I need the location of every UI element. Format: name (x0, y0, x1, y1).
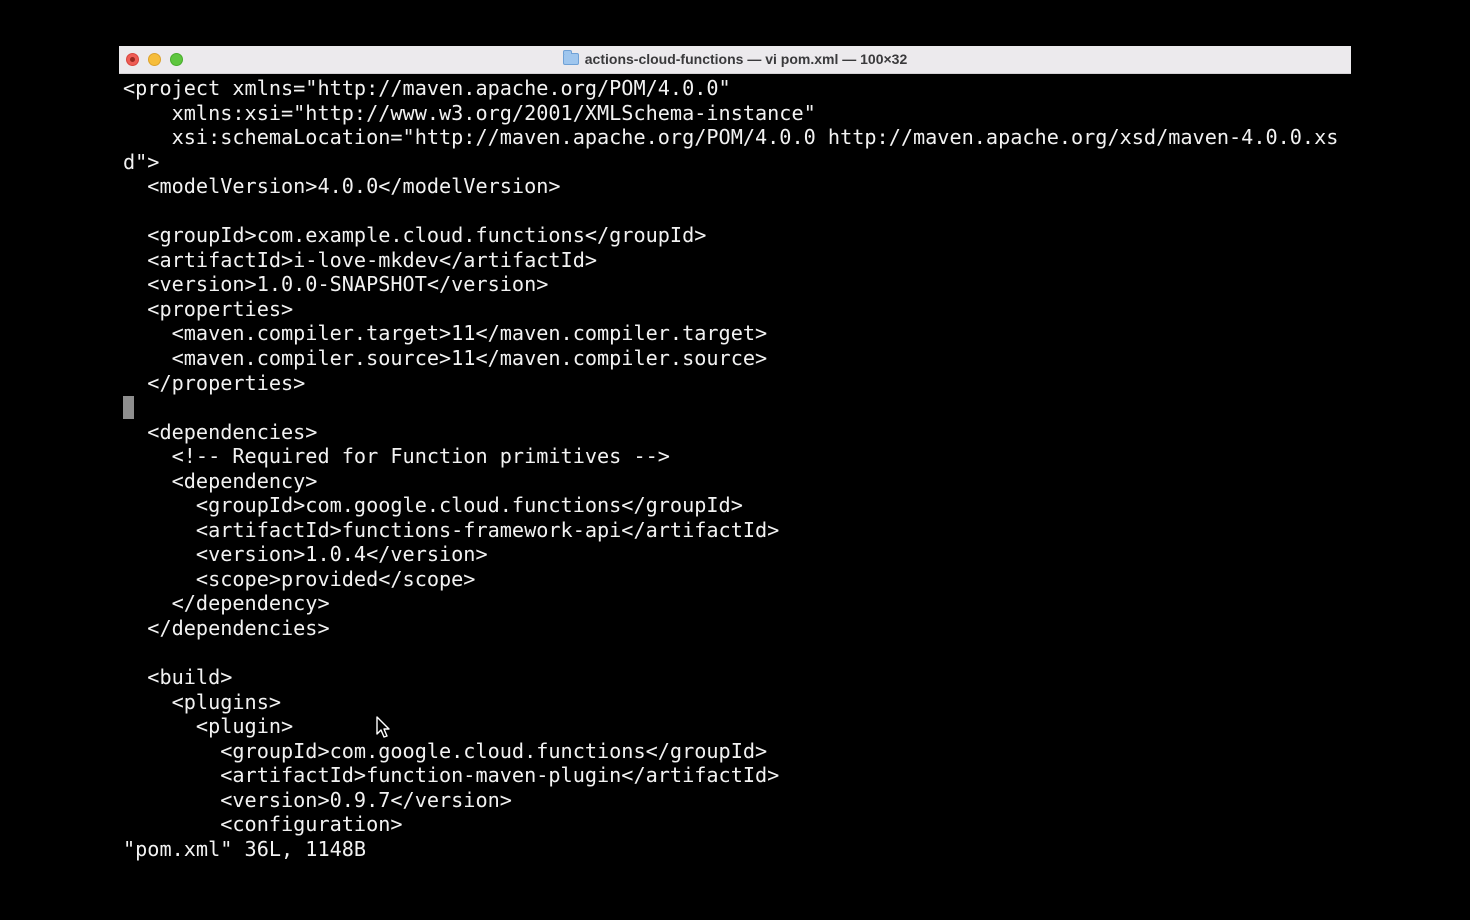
editor-line (123, 395, 1351, 420)
editor-line: <dependency> (123, 468, 318, 493)
terminal-window[interactable]: actions-cloud-functions — vi pom.xml — 1… (119, 46, 1351, 876)
editor-line: <maven.compiler.source>11</maven.compile… (123, 346, 768, 371)
editor-line: <artifactId>functions-framework-api</art… (123, 517, 780, 542)
editor-line: </dependency> (123, 591, 330, 616)
editor-line: <build> (123, 665, 233, 690)
editor-line: xmlns:xsi="http://www.w3.org/2001/XMLSch… (123, 100, 816, 125)
editor-line: <artifactId>function-maven-plugin</artif… (123, 763, 780, 788)
editor-line: <artifactId>i-love-mkdev</artifactId> (123, 247, 598, 272)
vi-editor-buffer[interactable]: <project xmlns="http://maven.apache.org/… (123, 76, 1351, 872)
editor-line: <version>1.0.4</version> (123, 542, 488, 567)
editor-line: <project xmlns="http://maven.apache.org/… (123, 76, 731, 100)
vi-status-line: "pom.xml" 36L, 1148B (123, 836, 367, 861)
editor-line: xsi:schemaLocation="http://maven.apache.… (123, 125, 1339, 150)
editor-line: <configuration> (123, 812, 403, 837)
editor-line: <groupId>com.google.cloud.functions</gro… (123, 738, 768, 763)
folder-icon (562, 50, 579, 65)
editor-line: <groupId>com.example.cloud.functions</gr… (123, 223, 707, 248)
editor-line: </dependencies> (123, 616, 330, 641)
editor-line: </properties> (123, 370, 306, 395)
mouse-pointer-icon (376, 716, 390, 738)
text-cursor (123, 396, 134, 420)
editor-line: <maven.compiler.target>11</maven.compile… (123, 321, 768, 346)
editor-line: d"> (123, 149, 160, 174)
editor-line: <groupId>com.google.cloud.functions</gro… (123, 493, 743, 518)
editor-line: <scope>provided</scope> (123, 566, 476, 591)
editor-line: <dependencies> (123, 419, 318, 444)
editor-line: <plugin> (123, 714, 294, 739)
editor-line: <properties> (123, 296, 294, 321)
editor-line: <version>0.9.7</version> (123, 787, 512, 812)
editor-line: <version>1.0.0-SNAPSHOT</version> (123, 272, 549, 297)
editor-line: <!-- Required for Function primitives --… (123, 444, 670, 469)
window-title: actions-cloud-functions — vi pom.xml — 1… (119, 46, 1351, 73)
window-title-text: actions-cloud-functions — vi pom.xml — 1… (584, 51, 908, 67)
title-bar[interactable]: actions-cloud-functions — vi pom.xml — 1… (119, 46, 1351, 74)
editor-line: <plugins> (123, 689, 282, 714)
editor-line: <modelVersion>4.0.0</modelVersion> (123, 174, 561, 199)
